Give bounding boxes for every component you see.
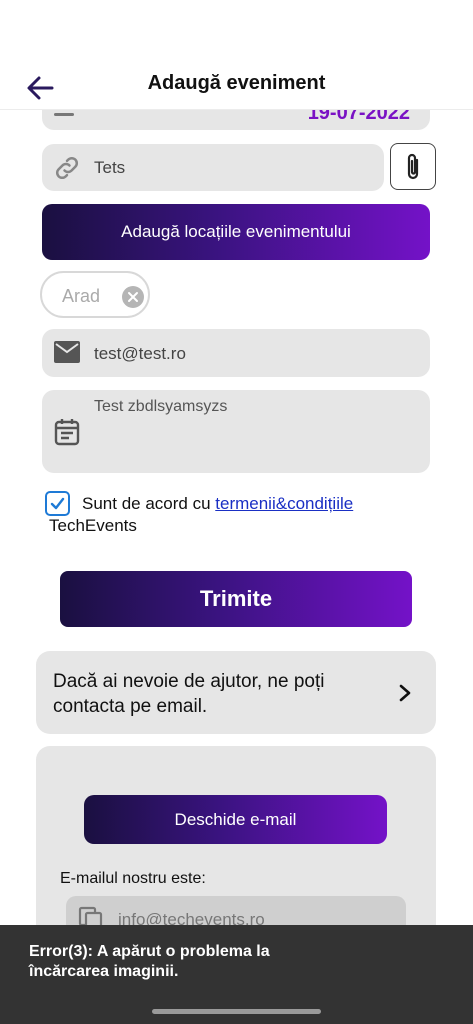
open-email-button[interactable]: Deschide e-mail — [84, 795, 387, 844]
app-header: Adaugă eveniment — [0, 0, 473, 110]
terms-checkbox[interactable] — [45, 491, 70, 516]
envelope-icon — [54, 341, 80, 368]
link-input[interactable]: Tets — [42, 144, 384, 191]
email-value: test@test.ro — [94, 344, 186, 363]
email-contact-card: Deschide e-mail E-mailul nostru este: in… — [36, 746, 436, 946]
description-input[interactable]: Test zbdlsyamsyzs — [42, 390, 430, 473]
close-circle-icon[interactable] — [122, 286, 144, 308]
our-email-label: E-mailul nostru este: — [60, 870, 206, 887]
error-snackbar: Error(3): A apărut o problema la încărca… — [0, 925, 473, 1024]
calendar-icon — [54, 418, 80, 451]
check-icon — [50, 497, 65, 510]
location-chip-label: Arad — [62, 286, 101, 306]
terms-link[interactable]: termenii&condițiile — [215, 494, 353, 513]
paperclip-icon — [407, 153, 419, 180]
help-text: Dacă ai nevoie de ajutor, ne poți contac… — [53, 671, 325, 717]
link-icon — [52, 153, 82, 183]
date-field-icon — [54, 113, 74, 116]
page-title: Adaugă eveniment — [147, 72, 326, 94]
snackbar-message: Error(3): A apărut o problema la încărca… — [29, 943, 270, 980]
add-locations-button[interactable]: Adaugă locațiile evenimentului — [42, 204, 430, 260]
terms-label: Sunt de acord cu termenii&condițiile — [82, 494, 353, 514]
attach-file-button[interactable] — [390, 143, 436, 190]
email-input[interactable]: test@test.ro — [42, 329, 430, 377]
location-chip: Arad — [40, 271, 150, 318]
description-value: Test zbdlsyamsyzs — [94, 398, 228, 415]
submit-button[interactable]: Trimite — [60, 571, 412, 627]
terms-prefix: Sunt de acord cu — [82, 494, 216, 513]
terms-suffix: TechEvents — [49, 516, 137, 535]
link-value: Tets — [94, 158, 126, 177]
chevron-right-icon — [398, 683, 412, 708]
home-indicator[interactable] — [152, 1009, 321, 1014]
help-card[interactable]: Dacă ai nevoie de ajutor, ne poți contac… — [36, 651, 436, 734]
